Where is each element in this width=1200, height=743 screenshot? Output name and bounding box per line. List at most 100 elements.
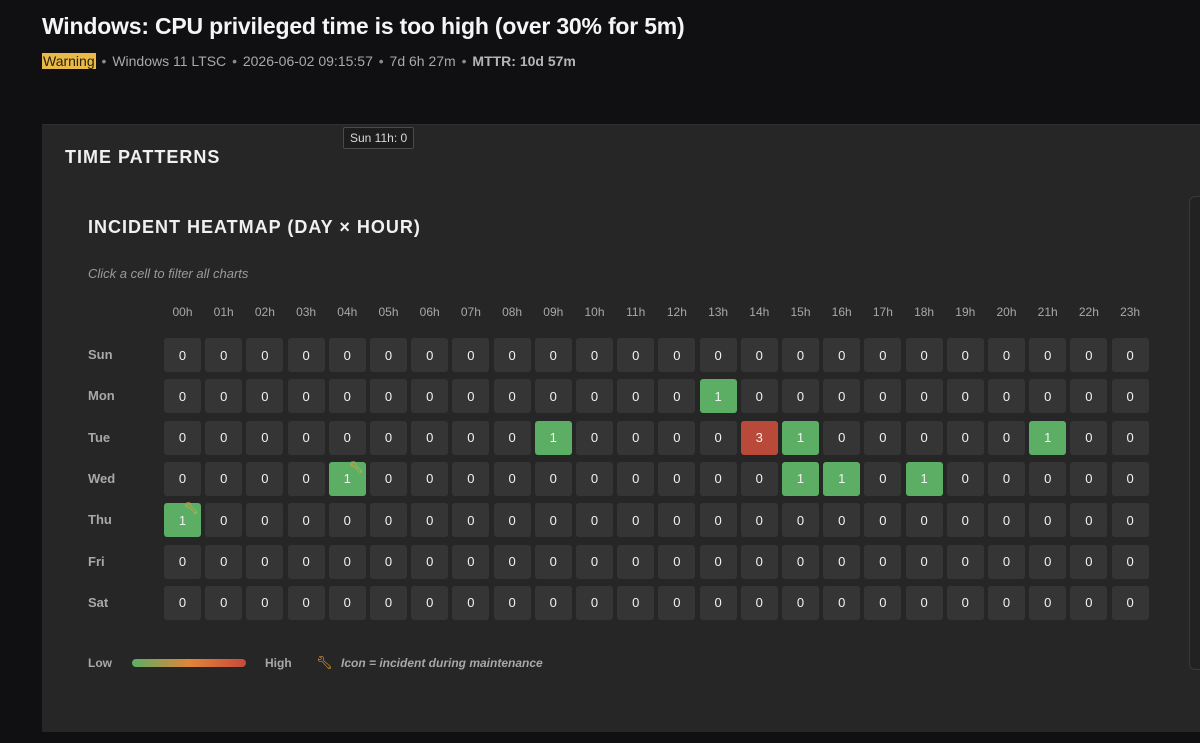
heatmap-cell[interactable]: 0 bbox=[452, 544, 490, 579]
heatmap-cell[interactable]: 0 bbox=[617, 420, 655, 455]
heatmap-cell[interactable]: 0 bbox=[699, 461, 737, 496]
heatmap-cell[interactable]: 0 bbox=[370, 420, 407, 455]
heatmap-cell[interactable]: 0 bbox=[1070, 544, 1108, 579]
heatmap-cell[interactable]: 1 bbox=[782, 461, 819, 496]
heatmap-cell[interactable]: 0 bbox=[246, 544, 284, 579]
heatmap-cell[interactable]: 0 bbox=[370, 585, 407, 620]
heatmap-cell[interactable]: 0 bbox=[740, 338, 778, 372]
heatmap-cell[interactable]: 0 bbox=[164, 544, 201, 579]
heatmap-cell[interactable]: 0 bbox=[988, 544, 1025, 579]
heatmap-cell[interactable]: 0 bbox=[534, 461, 572, 496]
heatmap-cell[interactable]: 0 bbox=[1070, 420, 1108, 455]
heatmap-cell[interactable]: 0 bbox=[1111, 461, 1149, 496]
heatmap-cell[interactable]: 0 bbox=[699, 585, 737, 620]
heatmap-cell[interactable]: 0 bbox=[946, 338, 984, 372]
heatmap-cell[interactable]: 0 bbox=[205, 338, 243, 372]
heatmap-cell[interactable]: 0 bbox=[617, 461, 655, 496]
heatmap-cell[interactable]: 0 bbox=[576, 585, 613, 620]
heatmap-cell[interactable]: 1 bbox=[782, 420, 819, 455]
heatmap-cell[interactable]: 0 bbox=[205, 379, 243, 414]
heatmap-cell[interactable]: 0 bbox=[246, 338, 284, 372]
heatmap-cell[interactable]: 0 bbox=[1070, 461, 1108, 496]
heatmap-cell[interactable]: 0 bbox=[988, 585, 1025, 620]
heatmap-cell[interactable]: 0 bbox=[740, 379, 778, 414]
heatmap-cell[interactable]: 0 bbox=[246, 420, 284, 455]
heatmap-cell[interactable]: 0 bbox=[1029, 503, 1067, 538]
heatmap-cell[interactable]: 0 bbox=[946, 503, 984, 538]
heatmap-cell[interactable]: 0 bbox=[782, 379, 819, 414]
heatmap-cell[interactable]: 0 bbox=[246, 379, 284, 414]
heatmap-cell[interactable]: 0 bbox=[576, 544, 613, 579]
heatmap-cell[interactable]: 0 bbox=[493, 585, 531, 620]
heatmap-cell[interactable]: 0 bbox=[205, 585, 243, 620]
heatmap-cell[interactable]: 0 bbox=[164, 461, 201, 496]
heatmap-cell[interactable]: 0 bbox=[905, 338, 943, 372]
heatmap-cell[interactable]: 0 bbox=[164, 420, 201, 455]
heatmap-cell[interactable]: 0 bbox=[493, 338, 531, 372]
heatmap-cell[interactable]: 0 bbox=[287, 420, 325, 455]
heatmap-cell[interactable]: 0 bbox=[1070, 338, 1108, 372]
heatmap-cell[interactable]: 0 bbox=[576, 503, 613, 538]
heatmap-cell[interactable]: 0 bbox=[452, 379, 490, 414]
heatmap-cell[interactable]: 0 bbox=[328, 379, 366, 414]
heatmap-cell[interactable]: 0 bbox=[864, 585, 902, 620]
heatmap-cell[interactable]: 0 bbox=[411, 503, 449, 538]
heatmap-cell[interactable]: 0 bbox=[823, 544, 861, 579]
heatmap-cell[interactable]: 0 bbox=[328, 585, 366, 620]
heatmap-cell[interactable]: 0 bbox=[534, 585, 572, 620]
heatmap-cell[interactable]: 0 bbox=[658, 379, 696, 414]
heatmap-cell[interactable]: 0 bbox=[617, 544, 655, 579]
heatmap-cell[interactable]: 0 bbox=[823, 420, 861, 455]
heatmap-cell[interactable]: 0 bbox=[164, 379, 201, 414]
heatmap-cell[interactable]: 0 bbox=[864, 544, 902, 579]
heatmap-cell[interactable]: 0 bbox=[1111, 585, 1149, 620]
heatmap-cell[interactable]: 0 bbox=[658, 461, 696, 496]
heatmap-cell[interactable]: 0 bbox=[617, 338, 655, 372]
heatmap-cell[interactable]: 0 bbox=[617, 503, 655, 538]
heatmap-cell[interactable]: 0 bbox=[205, 461, 243, 496]
heatmap-cell[interactable]: 0 bbox=[1070, 503, 1108, 538]
heatmap-cell[interactable]: 1 🔧︎ bbox=[164, 501, 201, 538]
heatmap-cell[interactable]: 0 bbox=[411, 420, 449, 455]
heatmap-cell[interactable]: 0 bbox=[988, 379, 1025, 414]
heatmap-cell[interactable]: 0 bbox=[493, 544, 531, 579]
heatmap-cell[interactable]: 0 bbox=[699, 503, 737, 538]
heatmap-cell[interactable]: 0 bbox=[493, 379, 531, 414]
heatmap-cell[interactable]: 0 bbox=[1029, 461, 1067, 496]
heatmap-cell[interactable]: 0 bbox=[864, 503, 902, 538]
heatmap-cell[interactable]: 0 bbox=[246, 503, 284, 538]
heatmap-cell[interactable]: 0 bbox=[658, 585, 696, 620]
heatmap-cell[interactable]: 0 bbox=[534, 338, 572, 372]
heatmap-cell[interactable]: 0 bbox=[988, 503, 1025, 538]
heatmap-cell[interactable]: 0 bbox=[905, 420, 943, 455]
heatmap-cell[interactable]: 0 bbox=[740, 461, 778, 496]
side-panel-edge[interactable] bbox=[1189, 196, 1200, 670]
heatmap-cell[interactable]: 0 bbox=[576, 461, 613, 496]
heatmap-cell[interactable]: 0 bbox=[576, 420, 613, 455]
heatmap-cell[interactable]: 0 bbox=[946, 544, 984, 579]
heatmap-cell[interactable]: 1 bbox=[1029, 420, 1067, 455]
heatmap-cell[interactable]: 0 bbox=[617, 379, 655, 414]
heatmap-cell[interactable]: 0 bbox=[328, 503, 366, 538]
heatmap-cell[interactable]: 0 bbox=[782, 338, 819, 372]
heatmap-cell[interactable]: 0 bbox=[205, 544, 243, 579]
heatmap-cell[interactable]: 0 bbox=[328, 544, 366, 579]
heatmap-cell[interactable]: 0 bbox=[905, 585, 943, 620]
heatmap-cell[interactable]: 0 bbox=[782, 544, 819, 579]
heatmap-cell[interactable]: 0 bbox=[205, 420, 243, 455]
heatmap-cell[interactable]: 0 bbox=[658, 420, 696, 455]
heatmap-cell[interactable]: 0 bbox=[740, 585, 778, 620]
heatmap-cell[interactable]: 0 bbox=[699, 544, 737, 579]
heatmap-cell[interactable]: 0 bbox=[246, 461, 284, 496]
heatmap-cell[interactable]: 0 bbox=[658, 544, 696, 579]
heatmap-cell[interactable]: 0 bbox=[946, 461, 984, 496]
heatmap-cell[interactable]: 0 bbox=[988, 338, 1025, 372]
heatmap-cell[interactable]: 0 bbox=[452, 503, 490, 538]
heatmap-cell[interactable]: 0 bbox=[534, 503, 572, 538]
heatmap-cell[interactable]: 0 bbox=[1111, 338, 1149, 372]
heatmap-cell[interactable]: 0 bbox=[658, 503, 696, 538]
heatmap-cell[interactable]: 0 bbox=[740, 544, 778, 579]
heatmap-cell[interactable]: 0 bbox=[617, 585, 655, 620]
heatmap-cell[interactable]: 0 bbox=[1111, 379, 1149, 414]
heatmap-cell[interactable]: 0 bbox=[493, 461, 531, 496]
